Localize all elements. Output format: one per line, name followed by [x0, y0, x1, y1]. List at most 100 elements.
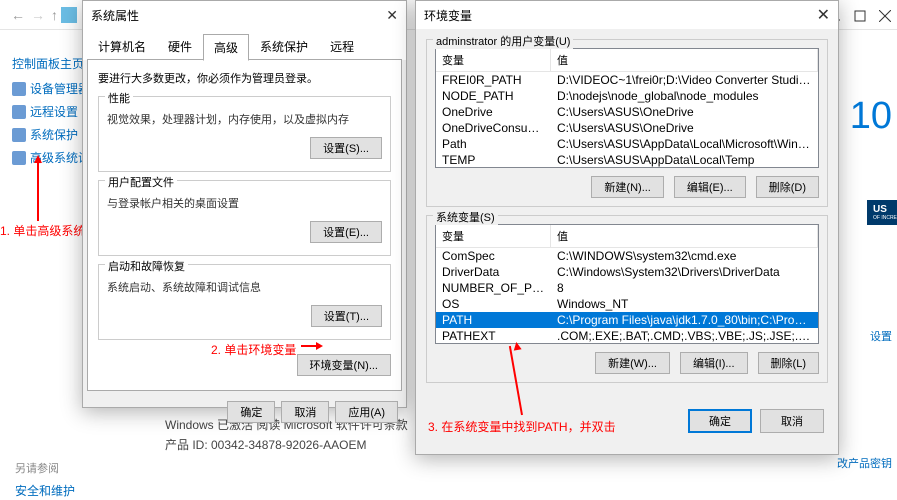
right-link-key[interactable]: 改产品密钥	[837, 455, 892, 471]
cell-var: TEMP	[436, 152, 551, 168]
shield-icon	[12, 105, 26, 119]
ok-button[interactable]: 确定	[227, 401, 275, 423]
col-val[interactable]: 值	[551, 225, 818, 247]
cell-var: OneDriveConsumer	[436, 120, 551, 136]
dlg2-titlebar: 环境变量 ✕	[416, 1, 838, 29]
cell-var: Path	[436, 136, 551, 152]
tab-remote[interactable]: 远程	[319, 33, 365, 60]
user-group-title: adminstrator 的用户变量(U)	[433, 33, 573, 49]
table-row[interactable]: PATHC:\Program Files\java\jdk1.7.0_80\bi…	[436, 312, 818, 328]
envvars-button[interactable]: 环境变量(N)...	[297, 354, 391, 376]
shield-icon	[12, 82, 26, 96]
cell-val: .COM;.EXE;.BAT;.CMD;.VBS;.VBE;.JS;.JSE;.…	[551, 328, 818, 344]
new-user-button[interactable]: 新建(N)...	[591, 176, 663, 198]
tab-computer-name[interactable]: 计算机名	[87, 33, 157, 60]
envvars-dialog: 环境变量 ✕ adminstrator 的用户变量(U) 变量 值 FREI0R…	[415, 0, 839, 455]
sys-vars-body: ComSpecC:\WINDOWS\system32\cmd.exeDriver…	[436, 248, 818, 344]
close-icon[interactable]: ✕	[817, 5, 830, 25]
cancel-button[interactable]: 取消	[760, 409, 824, 433]
cell-var: FREI0R_PATH	[436, 72, 551, 88]
cell-val: C:\Program Files\java\jdk1.7.0_80\bin;C:…	[551, 312, 818, 328]
delete-sys-button[interactable]: 删除(L)	[758, 352, 819, 374]
tab-protection[interactable]: 系统保护	[249, 33, 319, 60]
cell-val: C:\Users\ASUS\AppData\Local\Temp	[551, 152, 818, 168]
table-row[interactable]: OneDriveConsumerC:\Users\ASUS\OneDrive	[436, 120, 818, 136]
cell-val: C:\Users\ASUS\OneDrive	[551, 120, 818, 136]
sidebar-label: 系统保护	[30, 126, 78, 143]
asus-badge: US OF INCREDIBLE	[867, 200, 897, 225]
cell-var: PATH	[436, 312, 551, 328]
close-icon[interactable]	[879, 10, 891, 22]
table-head: 变量 值	[436, 225, 818, 248]
settings-perf-button[interactable]: 设置(S)...	[310, 137, 382, 159]
user-btns: 新建(N)... 编辑(E)... 删除(D)	[435, 176, 819, 198]
table-row[interactable]: TEMPC:\Users\ASUS\AppData\Local\Temp	[436, 152, 818, 168]
tab-hardware[interactable]: 硬件	[157, 33, 203, 60]
group-text: 系统启动、系统故障和调试信息	[107, 279, 382, 295]
dlg1-tabs: 计算机名 硬件 高级 系统保护 远程	[83, 29, 406, 60]
bg-see-also: 另请参阅 安全和维护	[15, 460, 75, 499]
table-row[interactable]: OneDriveC:\Users\ASUS\OneDrive	[436, 104, 818, 120]
see-also-link[interactable]: 安全和维护	[15, 482, 75, 499]
settings-startup-button[interactable]: 设置(T)...	[311, 305, 382, 327]
shield-icon	[12, 151, 26, 165]
table-row[interactable]: DriverDataC:\Windows\System32\Drivers\Dr…	[436, 264, 818, 280]
edit-user-button[interactable]: 编辑(E)...	[674, 176, 746, 198]
table-row[interactable]: FREI0R_PATHD:\VIDEOC~1\frei0r;D:\Video C…	[436, 72, 818, 88]
table-row[interactable]: ComSpecC:\WINDOWS\system32\cmd.exe	[436, 248, 818, 264]
cancel-button[interactable]: 取消	[281, 401, 329, 423]
cell-var: DriverData	[436, 264, 551, 280]
close-icon[interactable]: ✕	[386, 7, 398, 24]
cell-var: NUMBER_OF_PROCESSORS	[436, 280, 551, 296]
right-link-settings[interactable]: 设置	[870, 328, 892, 344]
table-row[interactable]: OSWindows_NT	[436, 296, 818, 312]
user-vars-table[interactable]: 变量 值 FREI0R_PATHD:\VIDEOC~1\frei0r;D:\Vi…	[435, 48, 819, 168]
group-text: 与登录帐户相关的桌面设置	[107, 195, 382, 211]
cell-val: D:\VIDEOC~1\frei0r;D:\Video Converter St…	[551, 72, 818, 88]
col-var[interactable]: 变量	[436, 49, 551, 71]
nav-up-icon[interactable]: ↑	[51, 7, 58, 23]
see-also-title: 另请参阅	[15, 460, 75, 476]
cell-val: Windows_NT	[551, 296, 818, 312]
ok-button[interactable]: 确定	[688, 409, 752, 433]
new-sys-button[interactable]: 新建(W)...	[595, 352, 670, 374]
sidebar-label: 设备管理器	[30, 80, 90, 97]
annotation-arrow-2	[301, 345, 317, 347]
shield-icon	[12, 128, 26, 142]
system-icon	[61, 7, 77, 23]
table-head: 变量 值	[436, 49, 818, 72]
cell-var: ComSpec	[436, 248, 551, 264]
cell-val: 8	[551, 280, 818, 296]
settings-profile-button[interactable]: 设置(E)...	[310, 221, 382, 243]
col-var[interactable]: 变量	[436, 225, 551, 247]
cell-val: C:\Windows\System32\Drivers\DriverData	[551, 264, 818, 280]
delete-user-button[interactable]: 删除(D)	[756, 176, 819, 198]
user-vars-group: adminstrator 的用户变量(U) 变量 值 FREI0R_PATHD:…	[426, 39, 828, 207]
table-row[interactable]: PathC:\Users\ASUS\AppData\Local\Microsof…	[436, 136, 818, 152]
group-userprofile: 用户配置文件 与登录帐户相关的桌面设置 设置(E)...	[98, 180, 391, 256]
edit-sys-button[interactable]: 编辑(I)...	[680, 352, 748, 374]
group-title: 性能	[105, 90, 133, 106]
table-row[interactable]: NODE_PATHD:\nodejs\node_global\node_modu…	[436, 88, 818, 104]
dlg2-body: adminstrator 的用户变量(U) 变量 值 FREI0R_PATHD:…	[416, 29, 838, 401]
maximize-icon[interactable]	[854, 10, 866, 22]
cell-var: PATHEXT	[436, 328, 551, 344]
group-text: 视觉效果，处理器计划，内存使用，以及虚拟内存	[107, 111, 382, 127]
sys-vars-table[interactable]: 变量 值 ComSpecC:\WINDOWS\system32\cmd.exeD…	[435, 224, 819, 344]
group-title: 用户配置文件	[105, 174, 177, 190]
product-id: 产品 ID: 00342-34878-92026-AAOEM	[165, 435, 408, 455]
table-row[interactable]: NUMBER_OF_PROCESSORS8	[436, 280, 818, 296]
cell-val: D:\nodejs\node_global\node_modules	[551, 88, 818, 104]
group-startup: 启动和故障恢复 系统启动、系统故障和调试信息 设置(T)...	[98, 264, 391, 340]
dlg1-footer: 确定 取消 应用(A)	[83, 395, 406, 429]
col-val[interactable]: 值	[551, 49, 818, 71]
nav-back-icon[interactable]: ←	[11, 7, 25, 23]
annotation-3: 3. 在系统变量中找到PATH，并双击	[428, 418, 616, 435]
dlg1-titlebar: 系统属性 ✕	[83, 1, 406, 29]
sys-group-title: 系统变量(S)	[433, 209, 498, 225]
tab-advanced[interactable]: 高级	[203, 34, 249, 61]
cell-val: C:\Users\ASUS\OneDrive	[551, 104, 818, 120]
annotation-arrow-1	[36, 155, 40, 220]
table-row[interactable]: PATHEXT.COM;.EXE;.BAT;.CMD;.VBS;.VBE;.JS…	[436, 328, 818, 344]
apply-button[interactable]: 应用(A)	[335, 401, 398, 423]
